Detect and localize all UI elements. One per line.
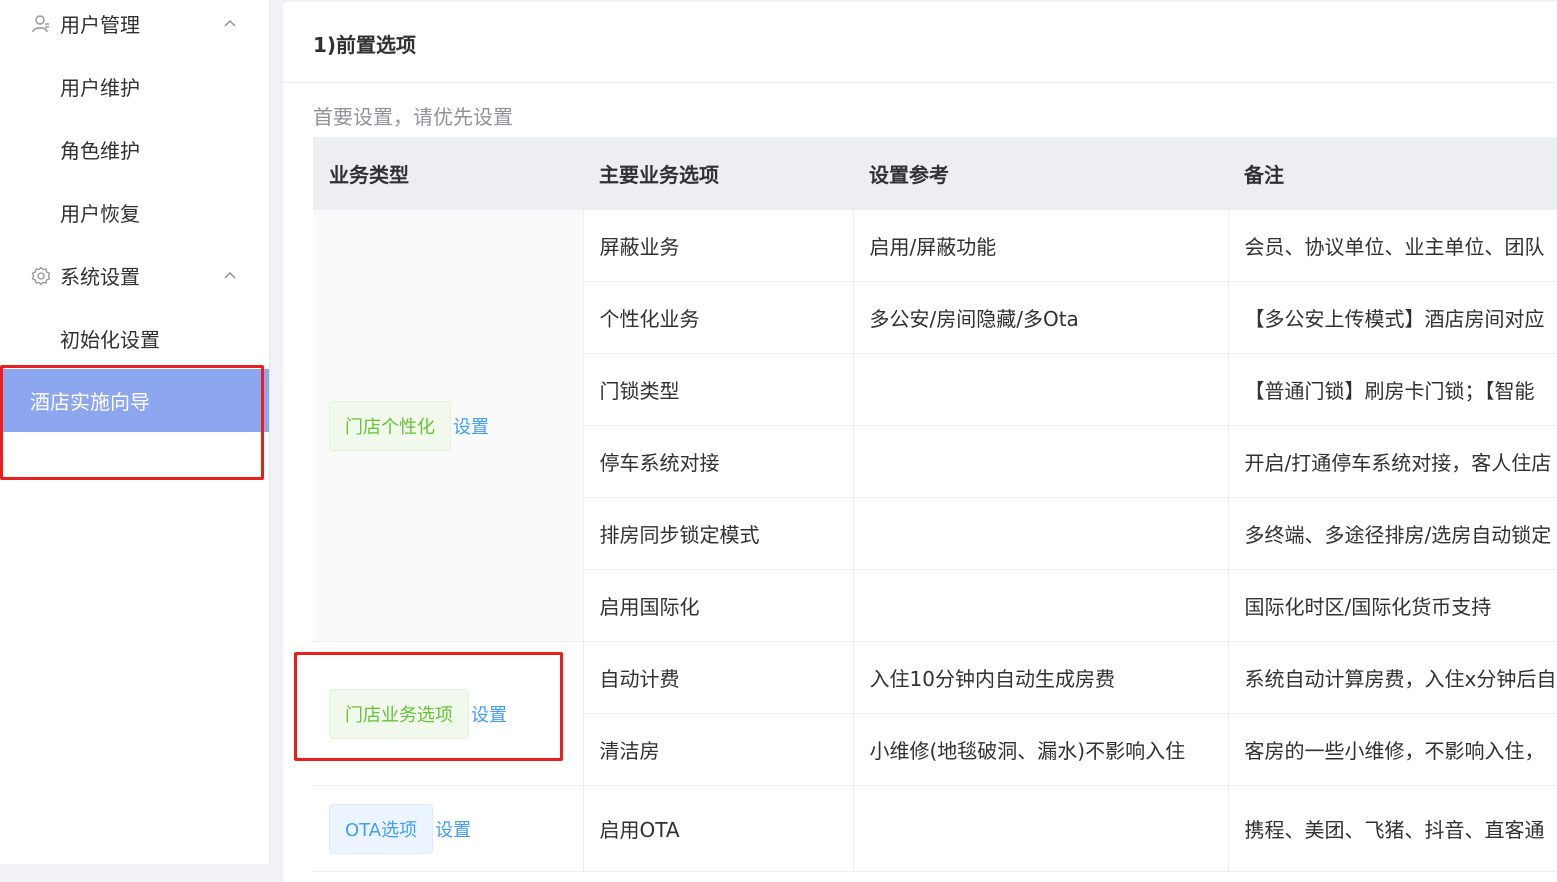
sidebar: 用户管理 用户维护 角色维护 用户恢复 系统设置 初始化设置 酒店实施向导 xyxy=(0,0,270,864)
user-icon xyxy=(32,14,49,32)
sidebar-item-user-maintenance[interactable]: 用户维护 xyxy=(0,55,269,118)
table-header-row: 业务类型 主要业务选项 设置参考 备注 xyxy=(313,137,1557,210)
note-cell: 国际化时区/国际化货币支持 xyxy=(1228,569,1557,642)
sidebar-item-label: 用户维护 xyxy=(60,76,140,100)
sidebar-item-label: 角色维护 xyxy=(60,139,140,163)
sidebar-item-user-recovery[interactable]: 用户恢复 xyxy=(0,181,269,244)
group-cell-ota-options: OTA选项 设置 xyxy=(313,785,584,872)
sidebar-item-label: 酒店实施向导 xyxy=(30,390,150,414)
chevron-up-icon xyxy=(224,271,236,279)
group-cell-store-business-options: 门店业务选项 设置 xyxy=(313,641,584,786)
option-cell: 清洁房 xyxy=(583,713,854,786)
header-main-option: 主要业务选项 xyxy=(583,137,853,210)
reference-cell xyxy=(853,353,1229,426)
note-cell: 客房的一些小维修，不影响入住， xyxy=(1228,713,1557,786)
reference-cell: 多公安/房间隐藏/多Ota xyxy=(853,281,1229,354)
reference-cell xyxy=(853,425,1229,498)
settings-link[interactable]: 设置 xyxy=(471,701,507,727)
reference-cell: 入住10分钟内自动生成房费 xyxy=(853,641,1229,714)
option-cell: 个性化业务 xyxy=(583,281,854,354)
table-row: 门店个性化 设置 屏蔽业务 启用/屏蔽功能 会员、协议单位、业主单位、团队 xyxy=(313,209,1557,642)
header-business-type: 业务类型 xyxy=(313,137,583,210)
reference-cell xyxy=(853,785,1229,872)
header-note: 备注 xyxy=(1228,137,1557,210)
chevron-up-icon xyxy=(224,19,236,27)
tag-store-business-options: 门店业务选项 xyxy=(329,688,469,739)
note-cell: 【普通门锁】刷房卡门锁；【智能 xyxy=(1228,353,1557,426)
note-cell: 会员、协议单位、业主单位、团队 xyxy=(1228,209,1557,282)
gear-icon xyxy=(31,266,51,285)
sidebar-item-init-settings[interactable]: 初始化设置 xyxy=(0,307,269,370)
tag-store-personalization: 门店个性化 xyxy=(329,400,451,451)
menu-group-system-settings[interactable]: 系统设置 xyxy=(0,244,269,307)
option-cell: 屏蔽业务 xyxy=(583,209,854,282)
sidebar-item-label: 初始化设置 xyxy=(60,328,160,352)
menu-group-label: 系统设置 xyxy=(60,265,140,289)
tag-ota-options: OTA选项 xyxy=(329,803,434,854)
reference-cell xyxy=(853,497,1229,570)
options-table: 业务类型 主要业务选项 设置参考 备注 门店个性化 设置 屏蔽业务 启用/屏蔽功能… xyxy=(313,137,1557,872)
reference-cell: 启用/屏蔽功能 xyxy=(853,209,1229,282)
option-cell: 门锁类型 xyxy=(583,353,854,426)
page-title: 1)前置选项 xyxy=(313,33,417,57)
option-cell: 启用OTA xyxy=(583,785,854,872)
page-subtitle: 首要设置，请优先设置 xyxy=(313,105,513,129)
note-cell: 【多公安上传模式】酒店房间对应 xyxy=(1228,281,1557,354)
settings-link[interactable]: 设置 xyxy=(453,413,489,439)
sidebar-item-hotel-wizard[interactable]: 酒店实施向导 xyxy=(0,369,269,432)
note-cell: 系统自动计算房费，入住x分钟后自 xyxy=(1228,641,1557,714)
option-cell: 停车系统对接 xyxy=(583,425,854,498)
reference-cell: 小维修(地毯破洞、漏水)不影响入住 xyxy=(853,713,1229,786)
option-cell: 启用国际化 xyxy=(583,569,854,642)
table-row: OTA选项 设置 启用OTA 携程、美团、飞猪、抖音、直客通 xyxy=(313,785,1557,872)
reference-cell xyxy=(853,569,1229,642)
note-cell: 携程、美团、飞猪、抖音、直客通 xyxy=(1228,785,1557,872)
header-reference: 设置参考 xyxy=(853,137,1228,210)
group-cell-store-personalization: 门店个性化 设置 xyxy=(313,209,584,642)
menu-group-user-management[interactable]: 用户管理 xyxy=(0,0,269,55)
card-header: 1)前置选项 xyxy=(283,2,1557,83)
settings-link[interactable]: 设置 xyxy=(435,816,471,842)
menu-group-label: 用户管理 xyxy=(60,13,140,37)
sidebar-item-role-maintenance[interactable]: 角色维护 xyxy=(0,118,269,181)
note-cell: 多终端、多途径排房/选房自动锁定 xyxy=(1228,497,1557,570)
option-cell: 自动计费 xyxy=(583,641,854,714)
sidebar-item-label: 用户恢复 xyxy=(60,202,140,226)
table-row: 门店业务选项 设置 自动计费 入住10分钟内自动生成房费 系统自动计算房费，入住x… xyxy=(313,641,1557,786)
option-cell: 排房同步锁定模式 xyxy=(583,497,854,570)
note-cell: 开启/打通停车系统对接，客人住店 xyxy=(1228,425,1557,498)
